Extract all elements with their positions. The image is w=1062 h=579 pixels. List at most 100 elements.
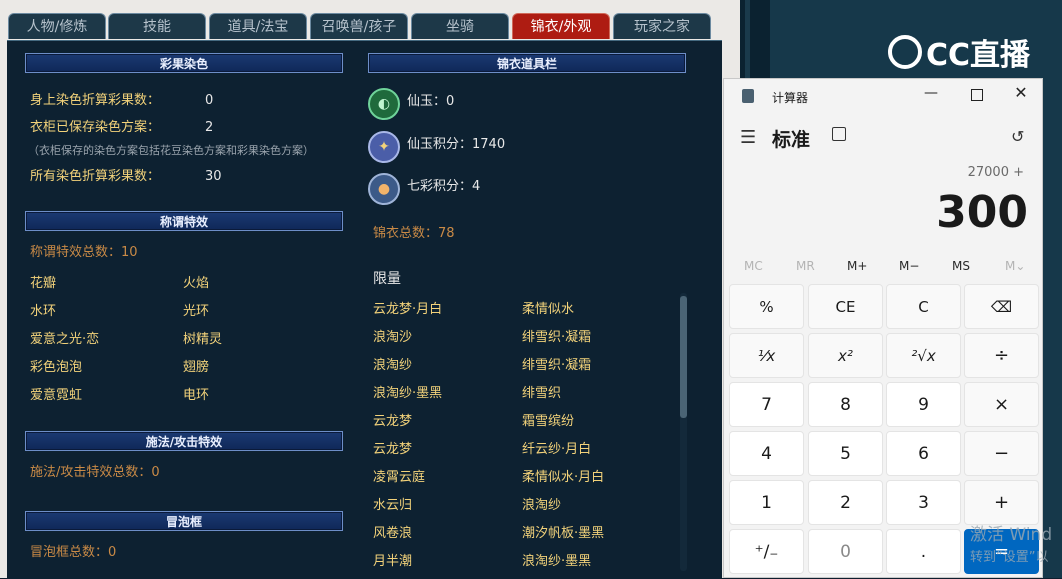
expression-display: 27000 + [967, 165, 1024, 180]
limited-item[interactable]: 云龙梦·月白 [373, 301, 442, 319]
digit-1-button[interactable]: 1 [729, 480, 804, 525]
limited-item[interactable]: 云龙梦 [373, 441, 412, 459]
memory-clear-button[interactable]: MC [744, 259, 763, 273]
mode-title: 标准 [772, 129, 811, 151]
title-effect-item[interactable]: 爱意霓虹 [30, 387, 82, 405]
multiply-button[interactable]: × [964, 382, 1039, 427]
bubble-header: 冒泡框 [25, 511, 343, 531]
minimize-icon[interactable]: — [916, 85, 946, 105]
limited-item[interactable]: 绯雪织·凝霜 [522, 357, 591, 375]
digit-0-button[interactable]: 0 [808, 529, 883, 574]
qicai-points: 七彩积分：4 [407, 179, 481, 194]
divide-button[interactable]: ÷ [964, 333, 1039, 378]
limited-item[interactable]: 浪淘纱·墨黑 [522, 553, 591, 571]
costume-bar-header: 锦衣道具栏 [368, 53, 686, 73]
title-effects-header: 称谓特效 [25, 211, 343, 231]
keep-on-top-icon[interactable] [832, 127, 846, 141]
all-dye-value: 30 [205, 169, 222, 184]
all-dye-label: 所有染色折算彩果数： [30, 169, 161, 184]
title-effect-item[interactable]: 光环 [183, 303, 209, 321]
title-effect-item[interactable]: 翅膀 [183, 359, 209, 377]
xianyu-points: 仙玉积分：1740 [407, 137, 506, 152]
tab-items[interactable]: 道具/法宝 [209, 13, 307, 39]
limited-item[interactable]: 云龙梦 [373, 413, 412, 431]
limited-item[interactable]: 霜雪缤纷 [522, 413, 574, 431]
xianyu-icon: ◐ [368, 88, 400, 120]
limited-item[interactable]: 潮汐帆板·墨黑 [522, 525, 604, 543]
limited-item[interactable]: 纤云纱·月白 [522, 441, 591, 459]
calculator-app-icon [742, 89, 754, 103]
digit-5-button[interactable]: 5 [808, 431, 883, 476]
clear-button[interactable]: C [886, 284, 961, 329]
limited-item[interactable]: 浪淘沙 [373, 329, 412, 347]
tab-character[interactable]: 人物/修炼 [8, 13, 106, 39]
title-effect-item[interactable]: 树精灵 [183, 331, 222, 349]
memory-store-button[interactable]: MS [952, 259, 970, 273]
tab-mounts[interactable]: 坐骑 [411, 13, 509, 39]
negate-button[interactable]: ⁺∕₋ [729, 529, 804, 574]
limited-item[interactable]: 绯雪织·凝霜 [522, 329, 591, 347]
menu-icon[interactable]: ☰ [740, 127, 756, 148]
costume-total: 锦衣总数：78 [373, 226, 455, 241]
limited-item[interactable]: 柔情似水·月白 [522, 469, 604, 487]
title-effect-item[interactable]: 爱意之光·恋 [30, 331, 99, 349]
close-icon[interactable]: ✕ [1006, 83, 1036, 103]
wardrobe-dye-value: 2 [205, 120, 214, 135]
maximize-icon[interactable] [962, 85, 992, 105]
limited-item[interactable]: 风卷浪 [373, 525, 412, 543]
percent-button[interactable]: % [729, 284, 804, 329]
square-button[interactable]: x² [808, 333, 883, 378]
limited-item[interactable]: 浪淘纱 [522, 497, 561, 515]
minus-button[interactable]: − [964, 431, 1039, 476]
digit-7-button[interactable]: 7 [729, 382, 804, 427]
dye-header: 彩果染色 [25, 53, 343, 73]
limited-scroll-thumb[interactable] [680, 296, 687, 418]
memory-recall-button[interactable]: MR [796, 259, 815, 273]
limited-item[interactable]: 柔情似水 [522, 301, 574, 319]
limited-item[interactable]: 月半潮 [373, 553, 412, 571]
result-display: 300 [936, 187, 1028, 238]
history-icon[interactable]: ↺ [1011, 127, 1024, 146]
digit-8-button[interactable]: 8 [808, 382, 883, 427]
bubble-total: 冒泡框总数：0 [30, 545, 117, 560]
digit-4-button[interactable]: 4 [729, 431, 804, 476]
stream-logo-icon [888, 35, 922, 69]
limited-item[interactable]: 凌霄云庭 [373, 469, 425, 487]
sqrt-button[interactable]: ²√x [886, 333, 961, 378]
memory-add-button[interactable]: M+ [847, 259, 867, 273]
memory-list-button[interactable]: M⌄ [1005, 259, 1025, 273]
decimal-button[interactable]: . [886, 529, 961, 574]
activation-watermark-line1: 激活 Wind [970, 525, 1053, 545]
digit-2-button[interactable]: 2 [808, 480, 883, 525]
reciprocal-button[interactable]: ⅟x [729, 333, 804, 378]
tab-skills[interactable]: 技能 [108, 13, 206, 39]
dye-note: （衣柜保存的染色方案包括花豆染色方案和彩果染色方案） [28, 144, 314, 157]
plus-button[interactable]: + [964, 480, 1039, 525]
limited-item[interactable]: 浪淘纱 [373, 357, 412, 375]
limited-item[interactable]: 浪淘纱·墨黑 [373, 385, 442, 403]
xianyu-points-icon: ✦ [368, 131, 400, 163]
tab-home[interactable]: 玩家之家 [613, 13, 711, 39]
tab-costume[interactable]: 锦衣/外观 [512, 13, 610, 39]
backspace-icon[interactable]: ⌫ [964, 284, 1039, 329]
digit-3-button[interactable]: 3 [886, 480, 961, 525]
digit-9-button[interactable]: 9 [886, 382, 961, 427]
title-effect-item[interactable]: 火焰 [183, 275, 209, 293]
title-effect-item[interactable]: 电环 [183, 387, 209, 405]
wardrobe-dye-label: 衣柜已保存染色方案： [30, 120, 161, 135]
cast-effects-total: 施法/攻击特效总数：0 [30, 465, 160, 480]
tab-bar: 人物/修炼 技能 道具/法宝 召唤兽/孩子 坐骑 锦衣/外观 玩家之家 [0, 0, 740, 40]
title-effect-item[interactable]: 水环 [30, 303, 56, 321]
cast-effects-header: 施法/攻击特效 [25, 431, 343, 451]
calculator-window: 计算器 — ✕ ☰ 标准 ↺ 27000 + 300 MC MR M+ M− M… [723, 78, 1043, 578]
digit-6-button[interactable]: 6 [886, 431, 961, 476]
stream-logo: CC直播 [888, 30, 1038, 80]
limited-item[interactable]: 水云归 [373, 497, 412, 515]
tab-summons[interactable]: 召唤兽/孩子 [310, 13, 408, 39]
title-effects-total: 称谓特效总数：10 [30, 245, 138, 260]
clear-entry-button[interactable]: CE [808, 284, 883, 329]
title-effect-item[interactable]: 彩色泡泡 [30, 359, 82, 377]
memory-subtract-button[interactable]: M− [899, 259, 919, 273]
limited-item[interactable]: 绯雪织 [522, 385, 561, 403]
title-effect-item[interactable]: 花瓣 [30, 275, 56, 293]
